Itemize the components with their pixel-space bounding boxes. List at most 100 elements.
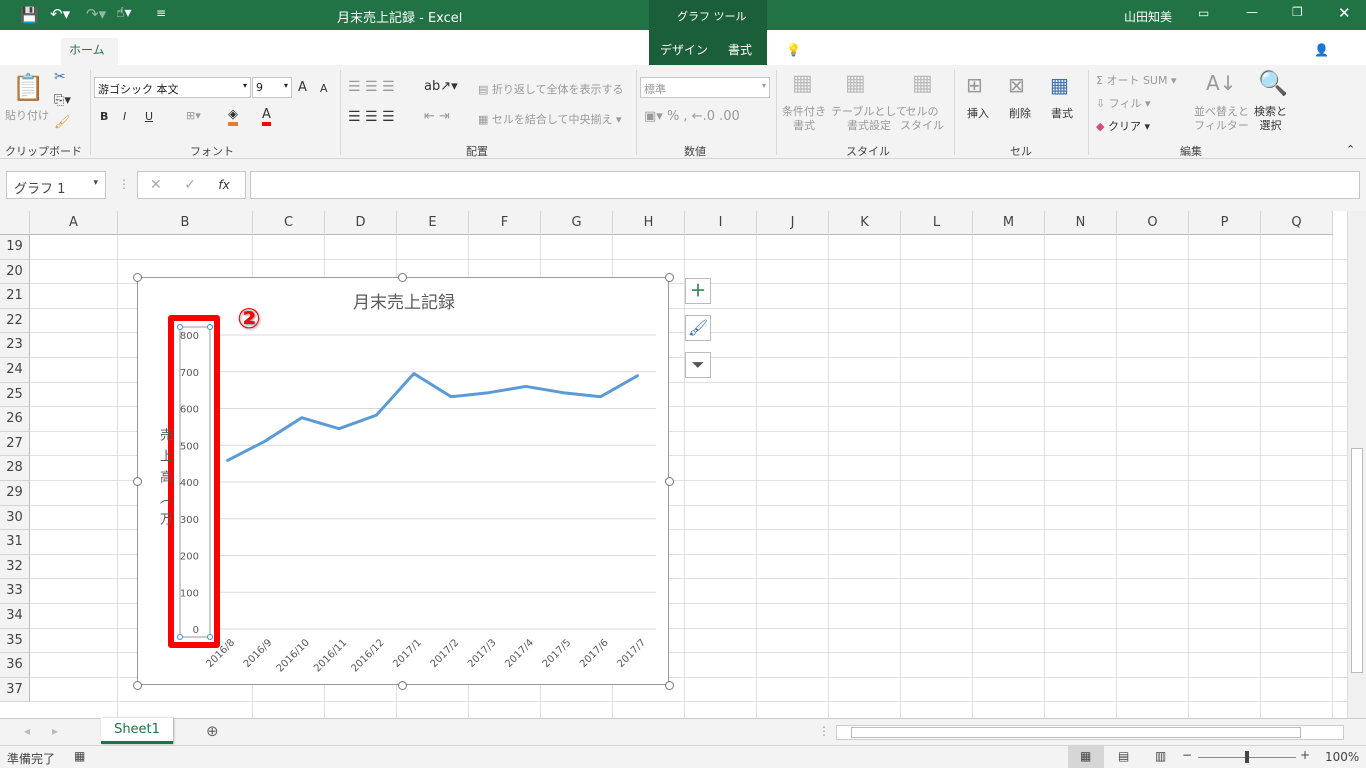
tab-view[interactable]: 表示 (500, 38, 540, 65)
column-header-O[interactable]: O (1117, 211, 1189, 235)
name-box[interactable]: グラフ 1 ▾ (6, 171, 106, 199)
resize-handle[interactable] (398, 273, 407, 282)
touch-mode-icon[interactable]: ☝▾ (116, 5, 132, 21)
zoom-in-icon[interactable]: + (1300, 748, 1310, 762)
insert-cells-button[interactable]: 挿入 (967, 105, 989, 121)
decrease-font-icon[interactable]: A (320, 82, 328, 95)
zoom-slider-thumb[interactable] (1245, 751, 1249, 763)
row-header-28[interactable]: 28 (0, 456, 30, 481)
copy-icon[interactable]: ⎘▾ (54, 93, 71, 108)
data-point[interactable] (599, 395, 602, 398)
resize-handle[interactable] (665, 273, 674, 282)
row-header-27[interactable]: 27 (0, 431, 30, 457)
paste-button[interactable]: 貼り付け (5, 107, 49, 123)
row-header-35[interactable]: 35 (0, 628, 30, 654)
row-header-23[interactable]: 23 (0, 333, 30, 358)
fill-button[interactable]: ⇩ フィル ▾ (1096, 95, 1151, 111)
column-header-P[interactable]: P (1189, 211, 1261, 235)
series-line[interactable] (226, 372, 639, 463)
row-header-20[interactable]: 20 (0, 259, 30, 285)
border-icon[interactable]: ⊞▾ (186, 109, 201, 122)
font-color-icon[interactable]: A (262, 107, 271, 126)
data-point[interactable] (637, 374, 639, 377)
horizontal-scrollbar[interactable] (836, 725, 1344, 740)
column-header-B[interactable]: B (118, 211, 253, 235)
row-header-33[interactable]: 33 (0, 579, 30, 604)
row-header-22[interactable]: 22 (0, 308, 30, 334)
clear-button[interactable]: ◆ クリア ▾ (1096, 118, 1150, 134)
format-as-table-button[interactable]: テーブルとして 書式設定 (831, 105, 907, 133)
collapse-ribbon-icon[interactable]: ⌃ (1346, 143, 1355, 156)
column-header-L[interactable]: L (901, 211, 973, 235)
find-select-button[interactable]: 検索と 選択 (1254, 105, 1287, 133)
next-sheet-icon[interactable]: ▸ (52, 724, 58, 738)
resize-handle[interactable] (133, 681, 142, 690)
chart-elements-button[interactable]: ＋ (685, 278, 711, 304)
data-point[interactable] (300, 416, 303, 419)
format-table-icon[interactable]: ▦ (845, 71, 866, 96)
add-sheet-icon[interactable]: ⊕ (206, 722, 219, 740)
cell-styles-icon[interactable]: ▦ (912, 71, 933, 96)
column-header-K[interactable]: K (829, 211, 901, 235)
redo-icon[interactable]: ↷▾ (86, 5, 106, 23)
format-cells-icon[interactable]: ▦ (1050, 73, 1069, 97)
orientation-icon[interactable]: ab↗▾ (424, 79, 458, 94)
row-header-25[interactable]: 25 (0, 382, 30, 408)
row-header-24[interactable]: 24 (0, 358, 30, 383)
page-break-view-icon[interactable]: ▥ (1155, 749, 1166, 763)
autosum-button[interactable]: Σ オート SUM ▾ (1096, 72, 1177, 88)
column-header-J[interactable]: J (757, 211, 829, 235)
resize-handle[interactable] (133, 273, 142, 282)
chart-filters-button[interactable]: ⏷ (685, 352, 711, 378)
delete-cells-icon[interactable]: ⊠ (1008, 73, 1025, 97)
number-format-select[interactable]: 標準 ▾ (640, 77, 770, 98)
increase-font-icon[interactable]: A (298, 80, 307, 95)
row-header-36[interactable]: 36 (0, 653, 30, 678)
column-header-C[interactable]: C (253, 211, 325, 235)
data-point[interactable] (412, 372, 415, 375)
tab-review[interactable]: 校閲 (447, 38, 487, 65)
customize-qat-icon[interactable]: ≡ (156, 6, 166, 20)
row-header-37[interactable]: 37 (0, 677, 30, 703)
conditional-format-button[interactable]: 条件付き 書式 (782, 105, 826, 133)
underline-button[interactable]: U (145, 110, 153, 123)
tab-power-pivot[interactable]: Power Pivot (554, 38, 640, 65)
tab-file[interactable]: ファイル (2, 38, 66, 65)
horizontal-scroll-thumb[interactable] (851, 727, 1301, 738)
row-header-30[interactable]: 30 (0, 505, 30, 531)
ribbon-display-icon[interactable]: ▭ (1198, 6, 1209, 20)
zoom-level[interactable]: 100% (1325, 750, 1359, 764)
insert-cells-icon[interactable]: ⊞ (966, 73, 983, 97)
top-align-icon[interactable]: ☰ ☰ ☰ (348, 79, 395, 95)
format-painter-icon[interactable]: 🖌 (54, 115, 71, 130)
close-icon[interactable]: ✕ (1338, 4, 1351, 22)
paste-icon[interactable]: 📋 (12, 73, 44, 103)
data-point[interactable] (263, 440, 266, 443)
conditional-format-icon[interactable]: ▦ (792, 71, 813, 96)
find-icon[interactable]: 🔍 (1258, 69, 1288, 97)
resize-handle[interactable] (398, 681, 407, 690)
column-header-F[interactable]: F (469, 211, 541, 235)
row-header-19[interactable]: 19 (0, 235, 30, 260)
cell-styles-button[interactable]: セルの スタイル (900, 105, 944, 133)
zoom-out-icon[interactable]: − (1182, 748, 1192, 762)
row-header-26[interactable]: 26 (0, 407, 30, 432)
user-name[interactable]: 山田知美 (1124, 8, 1172, 25)
y-axis-title[interactable]: 売上高（万 (154, 428, 174, 533)
tab-format[interactable]: 書式 (720, 38, 760, 65)
font-name-select[interactable]: 游ゴシック 本文 ▾ (94, 77, 251, 98)
normal-view-button[interactable]: ▦ (1068, 746, 1104, 768)
column-header-M[interactable]: M (973, 211, 1045, 235)
fill-color-icon[interactable]: ◈ (228, 107, 238, 126)
data-point[interactable] (338, 427, 341, 430)
data-point[interactable] (450, 395, 453, 398)
font-size-select[interactable]: 9 ▾ (252, 77, 292, 98)
column-header-H[interactable]: H (613, 211, 685, 235)
sort-filter-icon[interactable]: A↓ (1206, 71, 1236, 95)
minimize-icon[interactable]: — (1246, 5, 1258, 19)
share-button[interactable]: 👤 共有 (1306, 38, 1365, 65)
column-header-Q[interactable]: Q (1261, 211, 1333, 235)
data-point[interactable] (375, 414, 378, 417)
undo-icon[interactable]: ↶▾ (50, 5, 70, 23)
row-header-31[interactable]: 31 (0, 530, 30, 555)
